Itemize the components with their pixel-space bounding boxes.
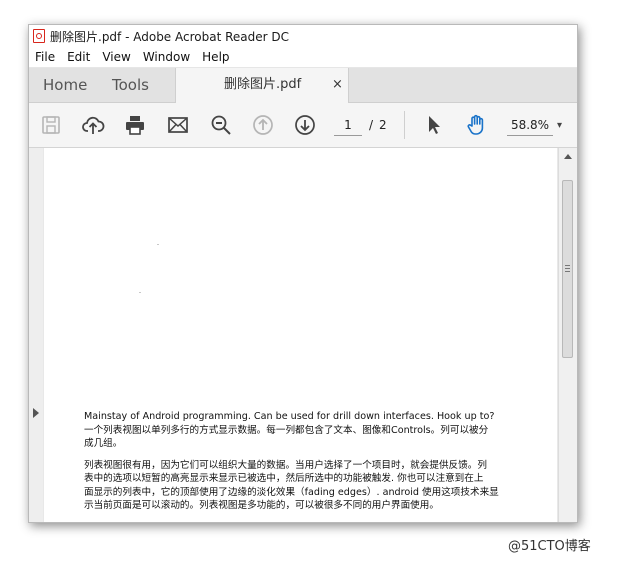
tab-bar: Home Tools 删除图片.pdf × [29,68,577,103]
menu-help[interactable]: Help [196,50,235,64]
save-icon[interactable] [39,113,63,137]
expand-pane-arrow-icon[interactable] [33,408,39,418]
paragraph-1: Mainstay of Android programming. Can be … [84,410,522,451]
text-line: 表中的选项以短暂的高亮显示来显示已被选中，然后所选中的功能被触发. 你也可以注意… [84,473,484,484]
menu-edit[interactable]: Edit [61,50,96,64]
scroll-grip-icon [565,265,570,266]
page-number-input[interactable]: 1 [334,115,362,136]
upload-cloud-icon[interactable] [81,113,105,137]
text-line: Mainstay of Android programming. Can be … [84,411,495,422]
text-line: 示当前页面是可以滚动的。列表视图是多功能的，可以被很多不同的用户界面使用。 [84,500,439,511]
page-total: 2 [379,118,387,132]
toolbar: 1 / 2 58.8% ▾ [29,103,577,148]
menu-view[interactable]: View [96,50,136,64]
print-icon[interactable] [123,113,147,137]
toolbar-divider [404,111,405,139]
tab-tools[interactable]: Tools [112,68,149,102]
zoom-level-input[interactable]: 58.8% [507,115,553,136]
acrobat-pdf-icon [33,29,45,43]
text-line: 列表视图很有用，因为它们可以组织大量的数据。当用户选择了一个项目时，就会提供反馈… [84,459,487,471]
hand-tool-icon[interactable] [464,113,488,137]
zoom-dropdown-icon[interactable]: ▾ [557,116,562,136]
document-tab-label: 删除图片.pdf [224,77,302,92]
next-page-icon[interactable] [293,113,317,137]
text-line: 面显示的列表中，它的顶部使用了边缘的淡化效果（fading edges）. an… [84,486,499,498]
page-text-block: Mainstay of Android programming. Can be … [84,410,522,521]
scroll-thumb[interactable] [562,180,573,358]
watermark-text: @51CTO博客 [508,539,591,554]
select-cursor-icon[interactable] [422,113,446,137]
email-icon[interactable] [166,113,190,137]
menu-window[interactable]: Window [137,50,196,64]
navigation-pane-rail [29,148,43,522]
text-line: 一个列表视图以单列多行的方式显示数据。每一列都包含了文本、图像和Controls… [84,424,489,436]
menu-bar: File Edit View Window Help [29,47,577,68]
acrobat-window: 删除图片.pdf - Adobe Acrobat Reader DC File … [28,24,578,523]
text-line: 成几组。 [84,438,123,449]
tab-home[interactable]: Home [43,68,87,102]
page-artifact [157,244,159,245]
zoom-out-icon[interactable] [209,113,233,137]
title-bar: 删除图片.pdf - Adobe Acrobat Reader DC [29,25,577,47]
menu-file[interactable]: File [29,50,61,64]
paragraph-2: 列表视图很有用，因为它们可以组织大量的数据。当用户选择了一个项目时，就会提供反馈… [84,459,522,513]
page-separator: / [369,118,374,132]
vertical-scrollbar[interactable] [558,148,577,522]
window-title: 删除图片.pdf - Adobe Acrobat Reader DC [50,29,290,44]
document-viewport: Mainstay of Android programming. Can be … [29,148,577,522]
tab-document[interactable]: 删除图片.pdf × [175,68,349,103]
pdf-page: Mainstay of Android programming. Can be … [44,148,557,522]
scroll-up-arrow-icon[interactable] [564,154,572,159]
close-tab-button[interactable]: × [332,68,343,102]
page-artifact [139,292,141,293]
previous-page-icon[interactable] [251,113,275,137]
